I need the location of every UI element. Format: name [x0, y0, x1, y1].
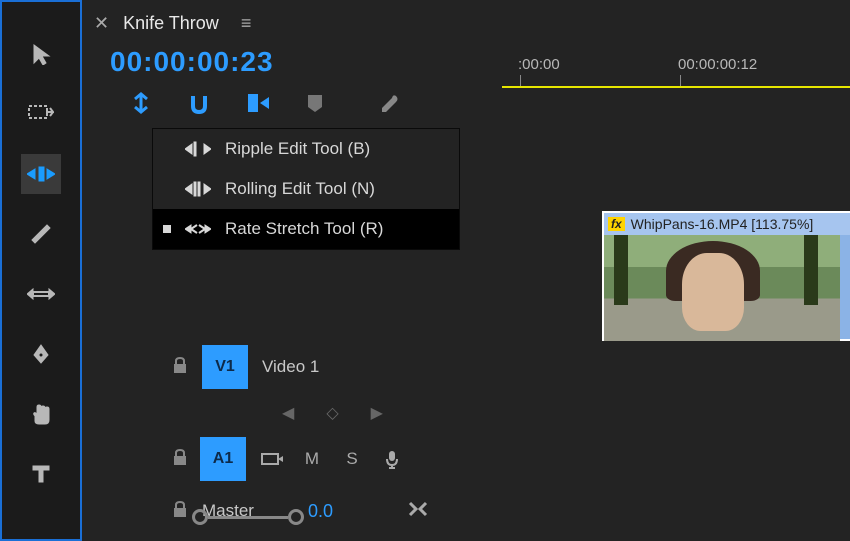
marker-icon[interactable]	[306, 93, 324, 118]
video-track-row: V1 Video 1	[82, 341, 850, 393]
flyout-label: Rate Stretch Tool (R)	[225, 219, 383, 239]
rate-stretch-option[interactable]: Rate Stretch Tool (R)	[153, 209, 459, 249]
mute-button[interactable]: M	[298, 449, 326, 469]
voice-over-icon[interactable]	[378, 449, 406, 469]
tab-bar: ✕ Knife Throw ≡	[82, 0, 850, 46]
playhead-timecode[interactable]: 00:00:00:23	[110, 46, 502, 78]
track-select-tool[interactable]	[21, 94, 61, 134]
sequence-tab-title[interactable]: Knife Throw	[123, 13, 219, 34]
next-keyframe-icon[interactable]: ▶	[371, 403, 383, 423]
v1-source-patch[interactable]: V1	[202, 345, 248, 389]
pen-tool[interactable]	[21, 334, 61, 374]
settings-wrench-icon[interactable]	[378, 92, 400, 119]
solo-button[interactable]: S	[338, 449, 366, 469]
master-value[interactable]: 0.0	[308, 501, 333, 522]
ruler-tick-label: 00:00:00:12	[678, 56, 757, 73]
audio-track-row: A1 M S	[82, 433, 850, 485]
flyout-label: Ripple Edit Tool (B)	[225, 139, 370, 159]
slip-tool[interactable]	[21, 274, 61, 314]
selection-tool[interactable]	[21, 34, 61, 74]
panel-menu-icon[interactable]: ≡	[241, 13, 252, 34]
vertical-toolbar	[0, 0, 82, 541]
close-icon[interactable]: ✕	[94, 13, 109, 34]
hand-tool[interactable]	[21, 394, 61, 434]
lock-icon[interactable]	[172, 356, 188, 379]
link-icon[interactable]	[407, 500, 429, 523]
insert-overwrite-icon[interactable]	[130, 92, 152, 119]
ripple-edit-tool[interactable]	[21, 154, 61, 194]
add-keyframe-icon[interactable]: ◇	[326, 403, 338, 423]
edit-tool-flyout: Ripple Edit Tool (B) Rolling Edit Tool (…	[152, 128, 460, 250]
video-track-label: Video 1	[262, 357, 319, 377]
ruler-tick-label: :00:00	[518, 56, 560, 73]
zoom-scrollbar[interactable]	[192, 509, 304, 525]
prev-keyframe-icon[interactable]: ◀	[282, 403, 294, 423]
flyout-label: Rolling Edit Tool (N)	[225, 179, 375, 199]
type-tool[interactable]	[21, 454, 61, 494]
rolling-edit-option[interactable]: Rolling Edit Tool (N)	[153, 169, 459, 209]
sync-lock-icon[interactable]	[258, 451, 286, 467]
linked-selection-icon[interactable]	[246, 92, 270, 119]
track-list: V1 Video 1 ◀ ◇ ▶ A1 M	[82, 211, 850, 537]
time-ruler[interactable]: :00:00 00:00:00:12	[502, 46, 850, 106]
snap-icon[interactable]	[188, 92, 210, 119]
lock-icon[interactable]	[172, 500, 188, 523]
a1-source-patch[interactable]: A1	[200, 437, 246, 481]
lock-icon[interactable]	[172, 448, 188, 471]
timeline-controls	[110, 92, 502, 119]
razor-tool[interactable]	[21, 214, 61, 254]
keyframe-nav: ◀ ◇ ▶	[82, 393, 850, 433]
ripple-edit-option[interactable]: Ripple Edit Tool (B)	[153, 129, 459, 169]
timeline-panel: ✕ Knife Throw ≡ 00:00:00:23	[82, 0, 850, 541]
